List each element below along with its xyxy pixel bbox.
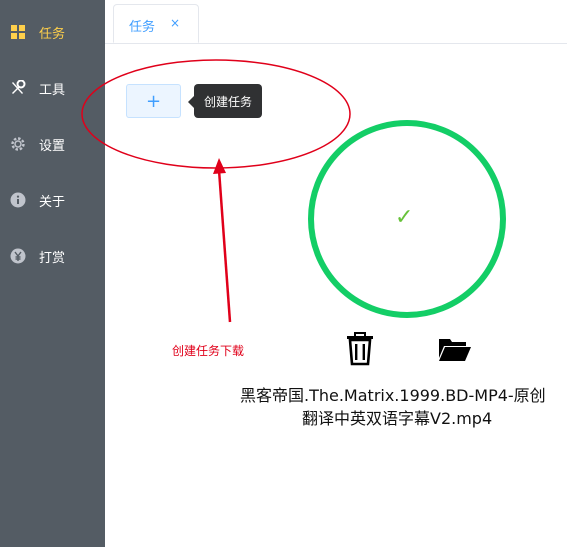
file-name-line1: 黑客帝国.The.Matrix.1999.BD-MP4-原创 [240, 386, 546, 405]
annotation-arrow [217, 169, 232, 323]
check-icon: ✓ [395, 205, 414, 230]
gear-icon [10, 136, 26, 152]
file-name-line2: 翻译中英双语字幕V2.mp4 [302, 409, 493, 428]
sidebar-item-about[interactable]: 关于 [0, 172, 105, 228]
tab-label: 任务 [129, 20, 156, 35]
info-icon [10, 192, 26, 208]
add-task-button[interactable]: + [126, 84, 181, 118]
sidebar-item-tools[interactable]: 工具 [0, 60, 105, 116]
tab-tasks[interactable]: 任务 × [113, 4, 199, 43]
trash-icon[interactable] [345, 332, 375, 366]
sidebar-item-label: 任务 [39, 26, 66, 42]
grid-icon [10, 24, 26, 40]
yen-icon [10, 248, 26, 264]
sidebar-item-label: 设置 [39, 138, 66, 154]
close-icon[interactable]: × [170, 16, 180, 30]
tooltip: 创建任务 [194, 84, 262, 118]
folder-open-icon[interactable] [438, 336, 472, 362]
sidebar-item-label: 关于 [39, 194, 66, 210]
tools-icon [10, 80, 26, 96]
sidebar-item-settings[interactable]: 设置 [0, 116, 105, 172]
sidebar: 任务 工具 设置 关于 打赏 [0, 0, 105, 547]
file-name: 黑客帝国.The.Matrix.1999.BD-MP4-原创 翻译中英双语字幕V… [240, 384, 567, 430]
annotation-arrowhead [213, 158, 226, 174]
sidebar-item-label: 打赏 [39, 250, 66, 266]
tab-bar: 任务 × [105, 0, 567, 44]
sidebar-item-tasks[interactable]: 任务 [0, 4, 105, 60]
annotation-label: 创建任务下载 [172, 344, 245, 358]
sidebar-item-label: 工具 [39, 82, 66, 98]
sidebar-item-donate[interactable]: 打赏 [0, 228, 105, 284]
